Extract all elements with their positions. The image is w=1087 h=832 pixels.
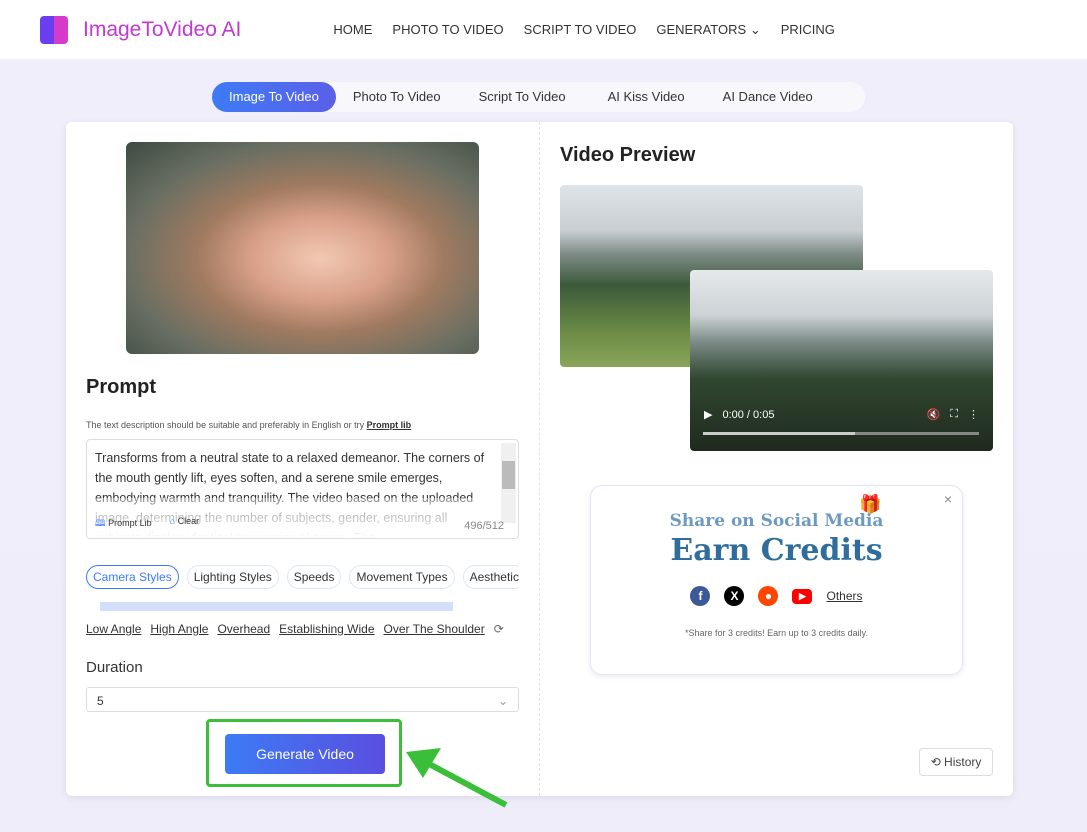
duration-value: 5 bbox=[97, 694, 104, 708]
reddit-icon[interactable]: ● bbox=[758, 586, 779, 606]
share-title: Share on Social Media bbox=[669, 511, 884, 531]
video-time: 0:00 / 0:05 bbox=[722, 408, 775, 421]
duration-select[interactable]: 5 ⌄ bbox=[86, 687, 519, 712]
prompt-lib-label: Prompt Lib bbox=[108, 518, 152, 528]
history-icon: ⟲ bbox=[930, 755, 941, 769]
generate-video-button[interactable]: Generate Video bbox=[225, 734, 385, 774]
style-chips: Camera Styles Lighting Styles Speeds Mov… bbox=[86, 565, 519, 589]
prompt-hint: The text description should be suitable … bbox=[86, 420, 411, 430]
share-note: *Share for 3 credits! Earn up to 3 credi… bbox=[685, 628, 868, 638]
chip-lighting-styles[interactable]: Lighting Styles bbox=[186, 565, 279, 589]
more-icon[interactable]: ⋮ bbox=[968, 408, 979, 421]
history-button[interactable]: ⟲ History bbox=[919, 748, 993, 776]
brand-name[interactable]: ImageToVideo AI bbox=[83, 18, 241, 42]
logo-icon[interactable] bbox=[40, 15, 68, 44]
x-icon[interactable]: X bbox=[724, 586, 745, 606]
prompt-lib-button[interactable]: 🕮 Prompt Lib bbox=[95, 516, 152, 532]
play-icon[interactable]: ▶ bbox=[704, 408, 712, 421]
video-preview-title: Video Preview bbox=[560, 144, 696, 166]
arrow-annotation bbox=[406, 748, 508, 808]
facebook-icon[interactable]: f bbox=[690, 586, 711, 606]
angle-overhead[interactable]: Overhead bbox=[217, 622, 270, 636]
clear-label: Clear bbox=[177, 516, 200, 526]
chip-aesthetic[interactable]: Aesthetic bbox=[462, 565, 519, 589]
angle-low[interactable]: Low Angle bbox=[86, 622, 141, 636]
history-label: History bbox=[944, 755, 982, 769]
tab-image-to-video[interactable]: Image To Video bbox=[212, 82, 336, 112]
angle-over-the-shoulder[interactable]: Over The Shoulder bbox=[384, 622, 485, 636]
hint-text: The text description should be suitable … bbox=[86, 420, 365, 430]
textarea-scrollbar[interactable] bbox=[501, 443, 516, 523]
mode-tabs: Image To Video Photo To Video Script To … bbox=[212, 82, 865, 112]
prompt-title: Prompt bbox=[86, 376, 156, 398]
youtube-icon[interactable]: ▶ bbox=[792, 588, 813, 604]
tab-ai-kiss-video[interactable]: AI Kiss Video bbox=[587, 82, 706, 112]
progress-fill bbox=[703, 432, 855, 435]
chevron-down-icon: ⌄ bbox=[749, 21, 761, 37]
top-nav: ImageToVideo AI HOME PHOTO TO VIDEO SCRI… bbox=[0, 0, 1087, 60]
prompt-lib-link[interactable]: Prompt lib bbox=[367, 420, 412, 430]
scrollbar-thumb[interactable] bbox=[502, 461, 515, 489]
duration-label: Duration bbox=[86, 659, 143, 676]
angle-options: Low Angle High Angle Overhead Establishi… bbox=[86, 622, 504, 636]
chips-scrollbar[interactable] bbox=[100, 602, 453, 611]
generate-highlight: Generate Video bbox=[206, 719, 402, 787]
gift-icon: 🎁 bbox=[859, 494, 882, 515]
nav-script-to-video[interactable]: SCRIPT TO VIDEO bbox=[524, 22, 637, 37]
nav-pricing[interactable]: PRICING bbox=[781, 22, 835, 37]
video-progress[interactable] bbox=[703, 432, 979, 435]
chip-speeds[interactable]: Speeds bbox=[286, 565, 342, 589]
chip-camera-styles[interactable]: Camera Styles bbox=[86, 565, 179, 589]
clear-button[interactable]: ⌂ Clear bbox=[170, 516, 199, 532]
book-icon: 🕮 bbox=[95, 518, 106, 528]
mute-icon[interactable]: 🔇 bbox=[927, 408, 941, 421]
fullscreen-icon[interactable]: ⛶ bbox=[950, 408, 958, 421]
close-icon[interactable]: × bbox=[944, 491, 952, 507]
uploaded-image[interactable] bbox=[126, 142, 479, 354]
chevron-down-icon: ⌄ bbox=[497, 694, 508, 708]
share-popup: × 🎁 Share on Social Media Earn Credits f… bbox=[590, 485, 963, 675]
tab-script-to-video[interactable]: Script To Video bbox=[458, 82, 587, 112]
char-count: 496/512 bbox=[464, 520, 504, 532]
tab-ai-dance-video[interactable]: AI Dance Video bbox=[706, 82, 830, 112]
nav-photo-to-video[interactable]: PHOTO TO VIDEO bbox=[392, 22, 503, 37]
chip-movement-types[interactable]: Movement Types bbox=[349, 565, 455, 589]
angle-high[interactable]: High Angle bbox=[150, 622, 208, 636]
video-player[interactable]: ▶ 0:00 / 0:05 🔇 ⛶ ⋮ bbox=[690, 270, 993, 451]
earn-credits: Earn Credits bbox=[670, 533, 883, 568]
angle-establishing-wide[interactable]: Establishing Wide bbox=[279, 622, 374, 636]
nav-generators[interactable]: GENERATORS ⌄ bbox=[656, 22, 760, 38]
others-link[interactable]: Others bbox=[826, 589, 862, 603]
main-card: Prompt The text description should be su… bbox=[66, 122, 1013, 808]
nav-home[interactable]: HOME bbox=[333, 22, 372, 37]
prompt-textarea[interactable]: Transforms from a neutral state to a rel… bbox=[86, 439, 519, 539]
nav-generators-label: GENERATORS bbox=[656, 21, 747, 37]
divider bbox=[539, 122, 540, 796]
tab-photo-to-video[interactable]: Photo To Video bbox=[336, 82, 458, 112]
broom-icon: ⌂ bbox=[169, 516, 176, 526]
refresh-icon[interactable]: ⟳ bbox=[494, 622, 504, 636]
